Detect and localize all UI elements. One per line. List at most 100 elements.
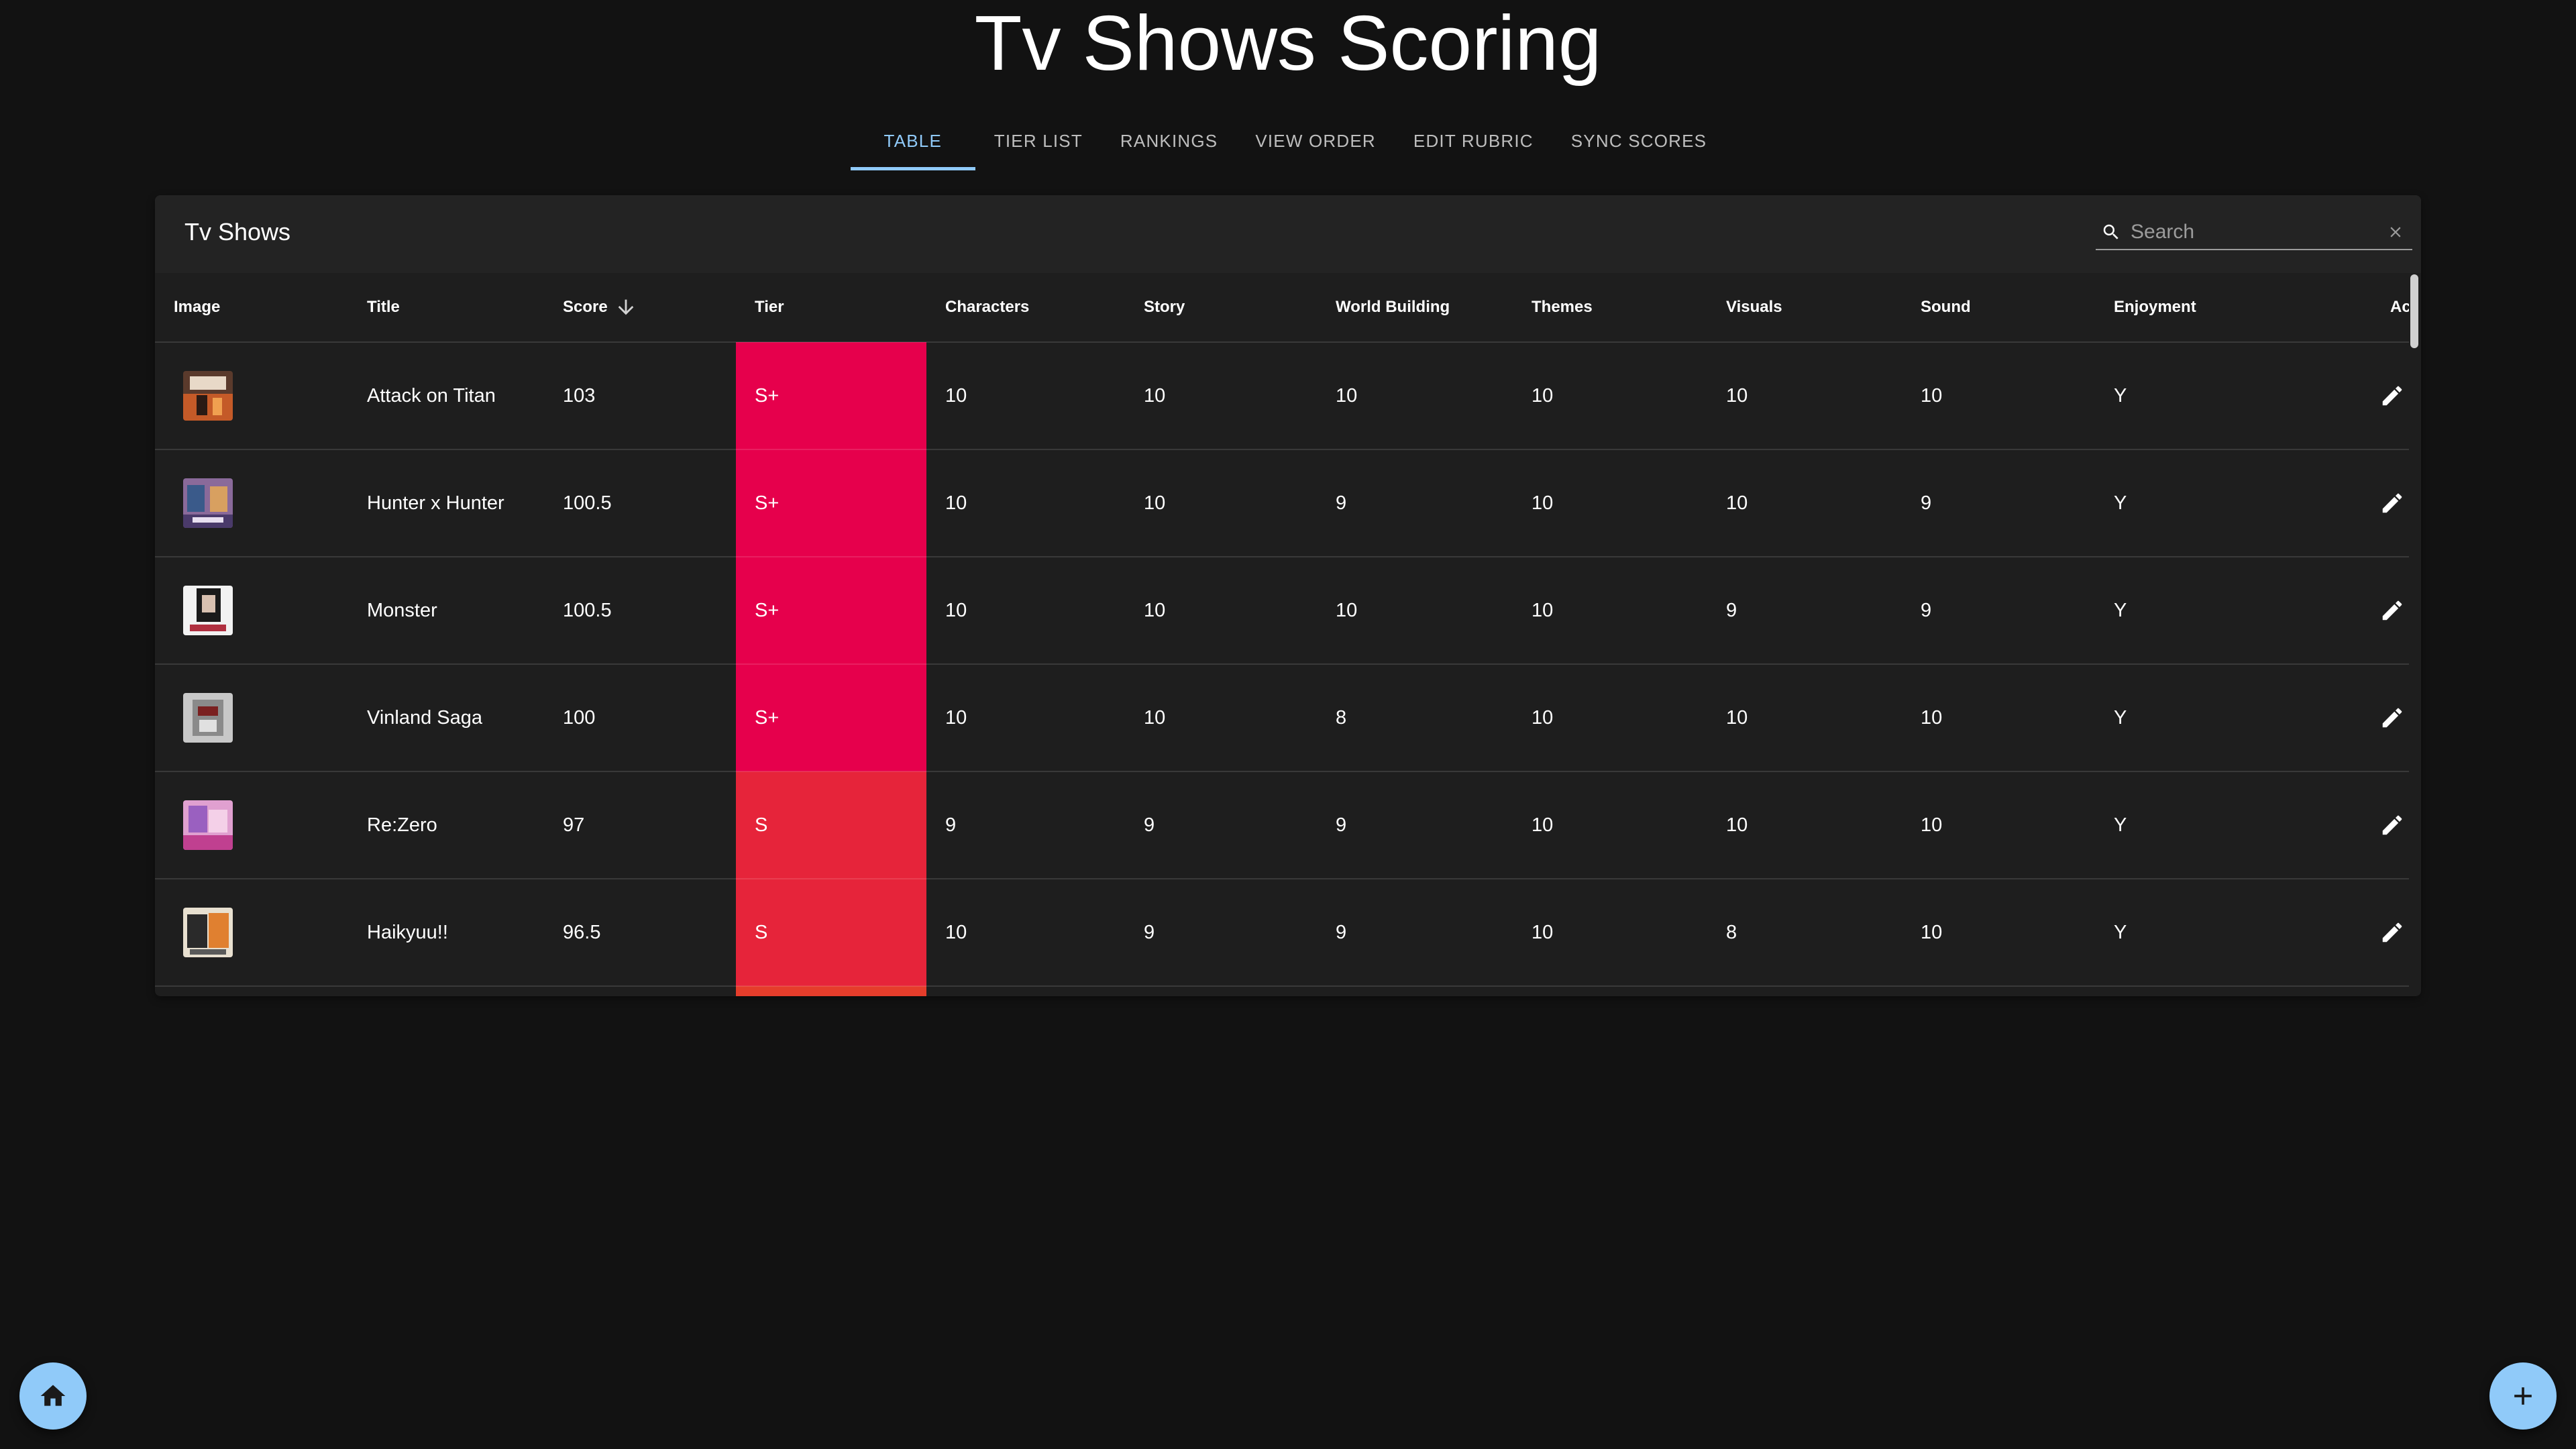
sound-cell: 9 bbox=[1902, 449, 2095, 557]
themes-cell: 10 bbox=[1513, 557, 1707, 665]
pencil-icon[interactable] bbox=[2379, 383, 2405, 409]
themes-cell: 10 bbox=[1513, 449, 1707, 557]
column-header-title[interactable]: Title bbox=[348, 273, 544, 343]
story-cell: 9 bbox=[1125, 879, 1317, 987]
actions-cell bbox=[2259, 449, 2409, 557]
story-cell: 9 bbox=[1125, 771, 1317, 879]
search-input[interactable] bbox=[2129, 218, 2373, 246]
table-row[interactable]: Re:Zero 97 S 9 9 9 10 10 10 Y bbox=[155, 771, 2409, 879]
enjoyment-cell: Y bbox=[2095, 557, 2259, 665]
column-header-tier[interactable]: Tier bbox=[736, 273, 926, 343]
pencil-icon[interactable] bbox=[2379, 705, 2405, 731]
show-thumbnail bbox=[183, 371, 233, 421]
image-cell bbox=[155, 879, 348, 987]
tab-table[interactable]: TABLE bbox=[850, 114, 975, 170]
column-header-enjoyment[interactable]: Enjoyment bbox=[2095, 273, 2259, 343]
table-scroll-area[interactable]: Image Title Score Tier Characters Story … bbox=[155, 273, 2409, 996]
plus-icon bbox=[2514, 1387, 2532, 1405]
visuals-cell: 10 bbox=[1707, 664, 1902, 772]
column-header-visuals[interactable]: Visuals bbox=[1707, 273, 1902, 343]
search-icon bbox=[2103, 224, 2118, 239]
enjoyment-cell: Y bbox=[2095, 664, 2259, 772]
pencil-icon[interactable] bbox=[2379, 598, 2405, 623]
column-header-characters[interactable]: Characters bbox=[926, 273, 1125, 343]
table-row[interactable]: Vinland Saga 100 S+ 10 10 8 10 10 10 Y bbox=[155, 664, 2409, 772]
themes-cell: 10 bbox=[1513, 342, 1707, 450]
tab-edit-rubric[interactable]: EDIT RUBRIC bbox=[1395, 114, 1552, 168]
themes-cell: 10 bbox=[1513, 879, 1707, 987]
score-cell: 96.5 bbox=[544, 879, 736, 987]
add-show-button[interactable] bbox=[2489, 1362, 2557, 1430]
table-row[interactable]: Attack on Titan 103 S+ 10 10 10 10 10 10… bbox=[155, 342, 2409, 450]
score-cell: 100.5 bbox=[544, 449, 736, 557]
visuals-cell: 8 bbox=[1707, 879, 1902, 987]
title-cell: Attack on Titan bbox=[348, 342, 544, 450]
title-cell: Monster bbox=[348, 557, 544, 665]
page-title: Tv Shows Scoring bbox=[974, 0, 1602, 87]
close-icon[interactable] bbox=[2387, 223, 2404, 241]
characters-cell: 10 bbox=[926, 879, 1125, 987]
world-building-cell: 9 bbox=[1317, 771, 1513, 879]
pencil-icon[interactable] bbox=[2379, 920, 2405, 945]
table-header-row: Image Title Score Tier Characters Story … bbox=[155, 273, 2409, 343]
tier-cell: S+ bbox=[736, 449, 926, 557]
show-thumbnail bbox=[183, 908, 233, 957]
story-cell: 10 bbox=[1125, 449, 1317, 557]
tier-cell: S bbox=[736, 771, 926, 879]
show-thumbnail bbox=[183, 586, 233, 635]
story-cell: 10 bbox=[1125, 664, 1317, 772]
score-cell: 103 bbox=[544, 342, 736, 450]
tab-sync-scores[interactable]: SYNC SCORES bbox=[1552, 114, 1725, 168]
pencil-icon[interactable] bbox=[2379, 812, 2405, 838]
column-header-score[interactable]: Score bbox=[544, 273, 736, 343]
image-cell bbox=[155, 557, 348, 665]
home-button[interactable] bbox=[19, 1362, 87, 1430]
show-thumbnail bbox=[183, 478, 233, 528]
vertical-scrollbar[interactable] bbox=[2410, 274, 2418, 348]
sound-cell: 10 bbox=[1902, 342, 2095, 450]
column-header-themes[interactable]: Themes bbox=[1513, 273, 1707, 343]
enjoyment-cell: Y bbox=[2095, 771, 2259, 879]
image-cell bbox=[155, 342, 348, 450]
score-cell: 100.5 bbox=[544, 557, 736, 665]
sound-cell: 10 bbox=[1902, 879, 2095, 987]
image-cell bbox=[155, 664, 348, 772]
pencil-icon[interactable] bbox=[2379, 490, 2405, 516]
score-cell: 97 bbox=[544, 771, 736, 879]
home-icon bbox=[40, 1385, 66, 1406]
column-header-sound[interactable]: Sound bbox=[1902, 273, 2095, 343]
title-cell: Re:Zero bbox=[348, 771, 544, 879]
table-row-partial[interactable] bbox=[155, 986, 2409, 996]
world-building-cell: 10 bbox=[1317, 342, 1513, 450]
sound-cell: 10 bbox=[1902, 771, 2095, 879]
tab-view-order[interactable]: VIEW ORDER bbox=[1236, 114, 1395, 168]
column-header-score-label: Score bbox=[563, 298, 608, 316]
table-title: Tv Shows bbox=[184, 218, 291, 246]
enjoyment-cell: Y bbox=[2095, 449, 2259, 557]
title-cell: Haikyuu!! bbox=[348, 879, 544, 987]
actions-cell bbox=[2259, 557, 2409, 665]
column-header-world-building[interactable]: World Building bbox=[1317, 273, 1513, 343]
table-row[interactable]: Monster 100.5 S+ 10 10 10 10 9 9 Y bbox=[155, 557, 2409, 665]
characters-cell: 9 bbox=[926, 771, 1125, 879]
sound-cell: 10 bbox=[1902, 664, 2095, 772]
table-toolbar: Tv Shows bbox=[155, 195, 2421, 273]
actions-cell bbox=[2259, 342, 2409, 450]
enjoyment-cell: Y bbox=[2095, 342, 2259, 450]
arrow-down-icon[interactable] bbox=[614, 296, 637, 319]
column-header-actions: Actions bbox=[2259, 273, 2409, 343]
characters-cell: 10 bbox=[926, 664, 1125, 772]
visuals-cell: 9 bbox=[1707, 557, 1902, 665]
table-row[interactable]: Hunter x Hunter 100.5 S+ 10 10 9 10 10 9… bbox=[155, 449, 2409, 557]
tab-rankings[interactable]: RANKINGS bbox=[1102, 114, 1236, 168]
column-header-image: Image bbox=[155, 273, 348, 343]
score-cell: 100 bbox=[544, 664, 736, 772]
table-row[interactable]: Haikyuu!! 96.5 S 10 9 9 10 8 10 Y bbox=[155, 879, 2409, 987]
image-cell bbox=[155, 771, 348, 879]
visuals-cell: 10 bbox=[1707, 771, 1902, 879]
column-header-story[interactable]: Story bbox=[1125, 273, 1317, 343]
visuals-cell: 10 bbox=[1707, 449, 1902, 557]
tab-tier-list[interactable]: TIER LIST bbox=[975, 114, 1102, 168]
world-building-cell: 8 bbox=[1317, 664, 1513, 772]
characters-cell: 10 bbox=[926, 449, 1125, 557]
